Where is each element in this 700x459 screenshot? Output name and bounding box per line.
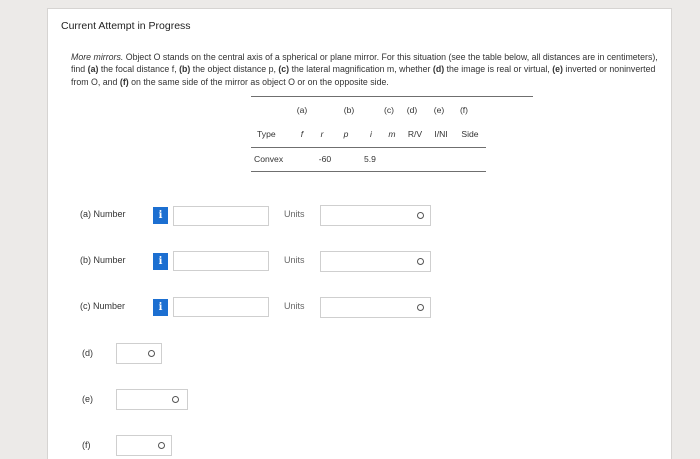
table-rule	[251, 96, 533, 97]
answer-c-units-select[interactable]	[320, 297, 431, 318]
info-icon[interactable]: i	[153, 207, 168, 224]
answer-b-number-input[interactable]	[173, 251, 269, 271]
answer-a-label: (a) Number	[80, 209, 126, 219]
part-header-f: (f)	[459, 105, 469, 115]
part-header-e: (e)	[433, 105, 445, 115]
part-ref-a: (a)	[87, 64, 99, 75]
chevron-down-icon	[158, 442, 165, 449]
part-ref-c: (c)	[278, 64, 290, 75]
col-header-i: i	[370, 129, 372, 139]
problem-text: on the same side of the mirror as object…	[128, 76, 389, 87]
answer-a-number-input[interactable]	[173, 206, 269, 226]
col-header-type: Type	[257, 129, 276, 139]
answer-d-label: (d)	[82, 348, 93, 358]
col-header-r: r	[320, 129, 324, 139]
col-header-m: m	[388, 129, 396, 139]
problem-text: the lateral magnification m, whether	[289, 64, 433, 75]
col-header-rv: R/V	[407, 129, 423, 139]
answer-b-units-select[interactable]	[320, 251, 431, 272]
col-header-f: f	[300, 129, 304, 139]
answer-b-label: (b) Number	[80, 255, 126, 265]
part-header-a: (a)	[296, 105, 308, 115]
chevron-down-icon	[417, 304, 424, 311]
chevron-down-icon	[417, 258, 424, 265]
problem-text: the focal distance f,	[98, 64, 180, 75]
part-ref-f: (f)	[119, 76, 129, 87]
part-header-c: (c)	[383, 105, 395, 115]
problem-text: the image is real or virtual,	[444, 64, 553, 75]
answer-d-select[interactable]	[116, 343, 162, 364]
part-header-b: (b)	[343, 105, 355, 115]
part-header-d: (d)	[406, 105, 418, 115]
col-header-side: Side	[461, 129, 479, 139]
problem-text: the object distance p,	[190, 64, 279, 75]
answer-e-label: (e)	[82, 394, 93, 404]
part-ref-b: (b)	[179, 64, 191, 75]
cell-r: -60	[318, 154, 332, 164]
question-panel: Current Attempt in Progress More mirrors…	[47, 8, 672, 459]
info-icon[interactable]: i	[153, 299, 168, 316]
answer-e-select[interactable]	[116, 389, 188, 410]
chevron-down-icon	[148, 350, 155, 357]
cell-i: 5.9	[364, 154, 376, 164]
problem-intro: More mirrors.	[71, 52, 124, 62]
page-title: Current Attempt in Progress	[61, 20, 191, 32]
answer-c-number-input[interactable]	[173, 297, 269, 317]
part-ref-d: (d)	[432, 64, 445, 75]
info-icon[interactable]: i	[153, 253, 168, 270]
answer-c-units-label: Units	[284, 301, 305, 311]
answer-b-units-label: Units	[284, 255, 305, 265]
chevron-down-icon	[172, 396, 179, 403]
answer-f-label: (f)	[82, 440, 91, 450]
problem-statement: More mirrors. Object O stands on the cen…	[71, 51, 663, 88]
answer-a-units-select[interactable]	[320, 205, 431, 226]
answer-a-units-label: Units	[284, 209, 305, 219]
cell-type: Convex	[254, 154, 284, 164]
table-rule	[251, 171, 486, 172]
chevron-down-icon	[417, 212, 424, 219]
part-ref-e: (e)	[552, 64, 563, 75]
col-header-ini: I/NI	[434, 129, 448, 139]
answer-f-select[interactable]	[116, 435, 172, 456]
answer-c-label: (c) Number	[80, 301, 126, 311]
table-rule	[251, 147, 486, 148]
col-header-p: p	[343, 129, 349, 139]
